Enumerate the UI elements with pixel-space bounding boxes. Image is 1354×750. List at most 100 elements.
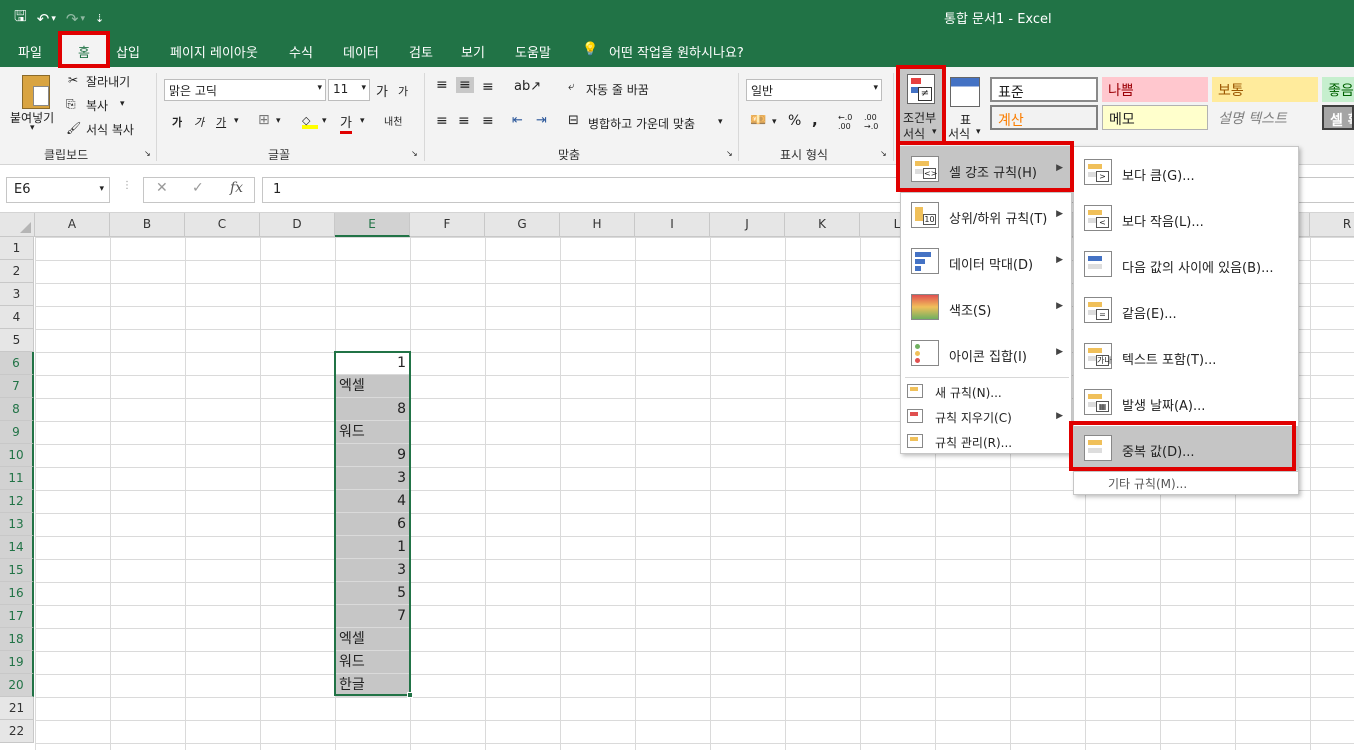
row-header-4[interactable]: 4 — [0, 306, 34, 329]
column-header-a[interactable]: A — [35, 213, 110, 237]
cell-style-check-cell[interactable]: 셀 확 — [1322, 105, 1354, 130]
tab-help[interactable]: 도움말 — [515, 42, 551, 61]
redo-dropdown-icon[interactable]: ▾ — [80, 14, 85, 24]
number-format-combo[interactable]: 일반 ▾ — [746, 79, 882, 101]
align-center-icon[interactable]: ≡ — [458, 113, 470, 129]
border-icon[interactable]: ⊞ — [258, 112, 270, 128]
row-header-3[interactable]: 3 — [0, 283, 34, 306]
row-header-16[interactable]: 16 — [0, 582, 34, 605]
menu-item-icon-sets[interactable]: 아이콘 집합(I) ▶ — [901, 331, 1071, 377]
font-size-combo[interactable]: 11 ▾ — [328, 79, 370, 101]
row-header-14[interactable]: 14 — [0, 536, 34, 559]
menu-item-top-bottom-rules[interactable]: 10 상위/하위 규칙(T) ▶ — [901, 193, 1071, 239]
row-header-7[interactable]: 7 — [0, 375, 34, 398]
align-right-icon[interactable]: ≡ — [482, 113, 494, 129]
undo-dropdown-icon[interactable]: ▾ — [51, 14, 56, 24]
select-all-corner[interactable] — [0, 213, 35, 237]
format-as-table-icon[interactable] — [950, 77, 980, 107]
border-dropdown-icon[interactable]: ▾ — [276, 116, 281, 126]
row-header-11[interactable]: 11 — [0, 467, 34, 490]
copy-button[interactable]: 복사 — [86, 97, 108, 114]
fill-color-icon[interactable]: ◇ — [302, 113, 318, 129]
row-header-21[interactable]: 21 — [0, 697, 34, 720]
row-header-1[interactable]: 1 — [0, 237, 34, 260]
menu-item-manage-rules[interactable]: 규칙 관리(R)... — [901, 429, 1071, 454]
row-header-20[interactable]: 20 — [0, 674, 34, 697]
menu-item-color-scales[interactable]: 색조(S) ▶ — [901, 285, 1071, 331]
cell-style-bad[interactable]: 나쁨 — [1102, 77, 1208, 102]
column-header-e[interactable]: E — [335, 213, 410, 237]
align-left-icon[interactable]: ≡ — [436, 113, 448, 129]
font-launcher-icon[interactable]: ↘ — [411, 149, 418, 158]
submenu-item-2[interactable]: 다음 값의 사이에 있음(B)... — [1074, 242, 1298, 288]
undo-icon[interactable]: ↶ — [37, 10, 50, 28]
tab-review[interactable]: 검토 — [409, 42, 433, 61]
column-header-j[interactable]: J — [710, 213, 785, 237]
copy-dropdown-icon[interactable]: ▾ — [120, 99, 125, 109]
row-header-5[interactable]: 5 — [0, 329, 34, 352]
row-header-13[interactable]: 13 — [0, 513, 34, 536]
phonetic-button[interactable]: 내천 — [384, 113, 402, 128]
comma-button[interactable]: , — [812, 111, 818, 129]
cell-style-neutral[interactable]: 보통 — [1212, 77, 1318, 102]
customize-qat-icon[interactable]: ⇣ — [95, 12, 104, 25]
tab-page-layout[interactable]: 페이지 레이아웃 — [170, 42, 258, 61]
column-header-k[interactable]: K — [785, 213, 860, 237]
fill-color-dropdown-icon[interactable]: ▾ — [322, 116, 327, 126]
row-header-12[interactable]: 12 — [0, 490, 34, 513]
column-header-h[interactable]: H — [560, 213, 635, 237]
submenu-item-5[interactable]: ▦ 발생 날짜(A)... — [1074, 380, 1298, 426]
row-header-9[interactable]: 9 — [0, 421, 34, 444]
row-header-2[interactable]: 2 — [0, 260, 34, 283]
menu-item-clear-rules[interactable]: 규칙 지우기(C) ▶ — [901, 404, 1071, 429]
menu-item-new-rule[interactable]: 새 규칙(N)... — [901, 379, 1071, 404]
column-header-f[interactable]: F — [410, 213, 485, 237]
orientation-icon[interactable]: ab↗ — [514, 79, 541, 94]
submenu-item-6[interactable]: 중복 값(D)... — [1074, 426, 1298, 472]
row-header-18[interactable]: 18 — [0, 628, 34, 651]
shrink-font-button[interactable]: 가 — [398, 83, 408, 99]
paste-dropdown-icon[interactable]: ▾ — [30, 123, 35, 133]
column-header-r[interactable]: R — [1310, 213, 1354, 237]
grow-font-button[interactable]: 가 — [376, 81, 388, 100]
increase-decimal-button[interactable]: ←.0 .00 — [838, 113, 862, 131]
submenu-item-3[interactable]: = 같음(E)... — [1074, 288, 1298, 334]
align-middle-icon[interactable]: ≡ — [456, 77, 474, 93]
insert-function-icon[interactable]: fx — [230, 180, 243, 196]
row-header-8[interactable]: 8 — [0, 398, 34, 421]
row-header-19[interactable]: 19 — [0, 651, 34, 674]
tab-view[interactable]: 보기 — [461, 42, 485, 61]
conditional-formatting-button[interactable]: ≠ 조건부 서식 ▾ — [900, 67, 942, 145]
menu-item-highlight-cells-rules[interactable]: <> 셀 강조 규칙(H) ▶ — [901, 147, 1071, 193]
submenu-item-4[interactable]: 가나 텍스트 포함(T)... — [1074, 334, 1298, 380]
format-painter-button[interactable]: 서식 복사 — [86, 121, 134, 138]
row-header-15[interactable]: 15 — [0, 559, 34, 582]
align-bottom-icon[interactable]: ≡ — [482, 79, 494, 95]
enter-icon[interactable]: ✓ — [192, 180, 204, 196]
tab-insert[interactable]: 삽입 — [116, 42, 140, 61]
row-header-6[interactable]: 6 — [0, 352, 34, 375]
column-header-i[interactable]: I — [635, 213, 710, 237]
merge-center-button[interactable]: 병합하고 가운데 맞춤 — [588, 115, 695, 132]
tab-data[interactable]: 데이터 — [343, 42, 379, 61]
column-header-b[interactable]: B — [110, 213, 185, 237]
cell-style-calculation[interactable]: 계산 — [990, 105, 1098, 130]
align-top-icon[interactable]: ≡ — [436, 77, 448, 93]
decrease-decimal-button[interactable]: .00 →.0 — [864, 113, 888, 131]
paste-icon[interactable] — [22, 75, 50, 109]
fill-handle[interactable] — [407, 692, 413, 698]
menu-item-data-bars[interactable]: 데이터 막대(D) ▶ — [901, 239, 1071, 285]
italic-button[interactable]: 가 — [194, 114, 204, 130]
column-header-c[interactable]: C — [185, 213, 260, 237]
redo-icon[interactable]: ↷ — [66, 10, 79, 28]
row-header-17[interactable]: 17 — [0, 605, 34, 628]
cancel-icon[interactable]: ✕ — [156, 180, 168, 196]
cell-style-note[interactable]: 메모 — [1102, 105, 1208, 130]
underline-dropdown-icon[interactable]: ▾ — [234, 116, 239, 126]
name-box[interactable]: E6 ▾ — [6, 177, 110, 203]
accounting-format-icon[interactable]: 💴 — [750, 113, 766, 128]
column-header-d[interactable]: D — [260, 213, 335, 237]
column-header-g[interactable]: G — [485, 213, 560, 237]
save-icon[interactable]: 🖫 — [14, 6, 27, 31]
increase-indent-icon[interactable]: ⇥ — [536, 113, 547, 128]
